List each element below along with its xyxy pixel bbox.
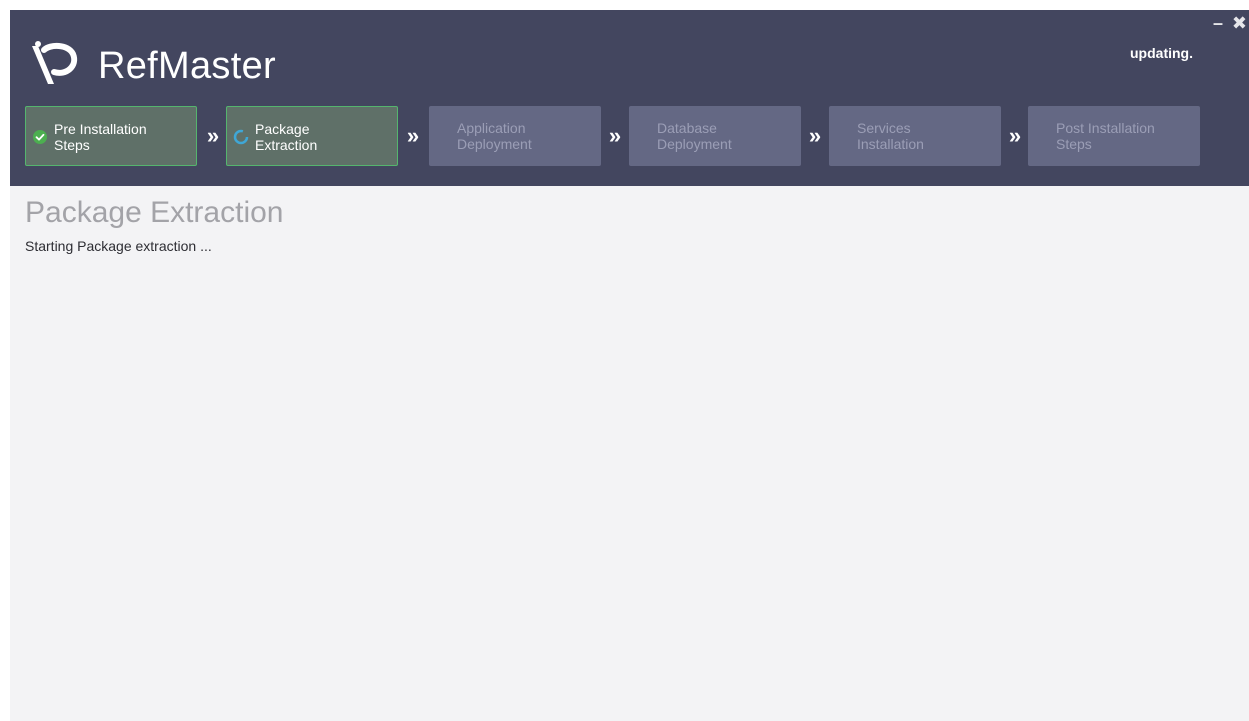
installer-window: RefMaster updating. – ✖ Pre Installation… xyxy=(10,10,1249,721)
step-application-deployment: Application Deployment xyxy=(429,106,601,166)
step-database-deployment: Database Deployment xyxy=(629,106,801,166)
step-label-line2: Extraction xyxy=(255,137,318,153)
step-label: Package Extraction xyxy=(255,121,395,153)
step-label: Post Installation Steps xyxy=(1056,120,1196,152)
step-label-line1: Application xyxy=(457,120,526,136)
step-label-line2: Steps xyxy=(1056,136,1092,152)
step-label: Pre Installation Steps xyxy=(54,121,194,153)
content-panel: Package Extraction Starting Package extr… xyxy=(10,186,1249,721)
step-label: Services Installation xyxy=(857,120,997,152)
header: RefMaster updating. – ✖ Pre Installation… xyxy=(10,10,1249,186)
step-separator-icon: » xyxy=(406,123,420,148)
app-title: RefMaster xyxy=(98,45,276,87)
spinner-icon xyxy=(233,129,249,145)
step-label-line1: Database xyxy=(657,120,717,136)
step-package-extraction: Package Extraction xyxy=(226,106,398,166)
status-text: updating. xyxy=(1130,45,1193,61)
step-label-line2: Installation xyxy=(857,136,924,152)
step-label-line1: Package xyxy=(255,121,310,137)
step-label-line2: Steps xyxy=(54,137,90,153)
step-label: Application Deployment xyxy=(457,120,597,152)
step-separator-icon: » xyxy=(206,123,220,148)
step-label: Database Deployment xyxy=(657,120,797,152)
step-pre-installation: Pre Installation Steps xyxy=(25,106,197,166)
step-separator-icon: » xyxy=(1008,123,1022,148)
refmaster-logo-icon xyxy=(32,41,78,84)
status-message: Starting Package extraction ... xyxy=(25,238,212,254)
step-label-line2: Deployment xyxy=(457,136,532,152)
minimize-button[interactable]: – xyxy=(1213,13,1223,33)
step-label-line1: Pre Installation xyxy=(54,121,147,137)
step-label-line1: Services xyxy=(857,120,911,136)
step-separator-icon: » xyxy=(608,123,622,148)
step-label-line1: Post Installation xyxy=(1056,120,1155,136)
close-button[interactable]: ✖ xyxy=(1232,13,1247,33)
check-circle-icon xyxy=(33,130,47,144)
step-label-line2: Deployment xyxy=(657,136,732,152)
section-title: Package Extraction xyxy=(25,196,284,229)
step-services-installation: Services Installation xyxy=(829,106,1001,166)
step-post-installation: Post Installation Steps xyxy=(1028,106,1200,166)
step-separator-icon: » xyxy=(808,123,822,148)
